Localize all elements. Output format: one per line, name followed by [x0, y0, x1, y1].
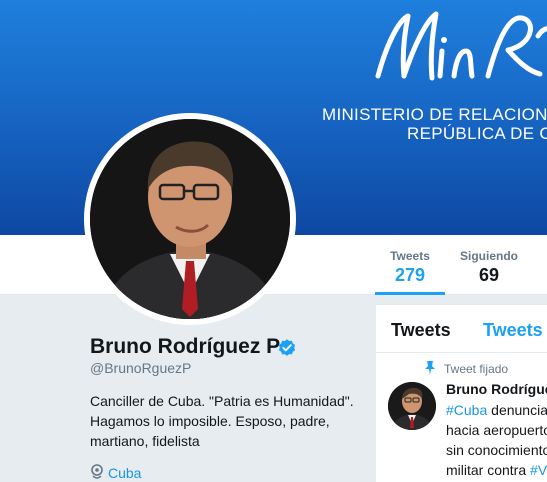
minrex-logo	[375, 11, 547, 81]
tweet-line: sin conocimiento	[446, 442, 547, 458]
tweet-line: militar contra #V	[446, 460, 547, 480]
tweet-author-name[interactable]: Bruno Rodrígue	[446, 381, 547, 397]
nav-following[interactable]: Siguiendo 69	[455, 235, 523, 295]
avatar	[90, 119, 290, 319]
nav-following-label: Siguiendo	[460, 249, 518, 263]
location-link[interactable]: Cuba	[108, 465, 141, 481]
verified-badge-icon	[278, 339, 296, 356]
tweet-line-text: militar contra	[446, 462, 531, 478]
profile-bio: Canciller de Cuba. "Patria es Humanidad"…	[90, 391, 360, 451]
pushpin-icon	[425, 361, 435, 375]
banner-ministry-text: MINISTERIO DE RELACIONES	[322, 105, 547, 124]
nav-tweets[interactable]: Tweets 279	[375, 235, 445, 295]
bio-line: martiano, fidelista	[90, 433, 200, 449]
avatar-portrait	[90, 119, 290, 319]
profile-location: Cuba	[90, 464, 141, 481]
bio-line: Canciller de Cuba. "Patria es Humanidad"…	[90, 393, 354, 409]
tweet-author-avatar[interactable]	[388, 382, 436, 430]
pinned-tweet-label: Tweet fijado	[444, 362, 509, 376]
tweet-text: #Cuba denuncia hacia aeropuerto sin cono…	[446, 400, 547, 480]
tweet-avatar-portrait	[388, 382, 436, 430]
tweet-line: hacia aeropuerto	[446, 422, 547, 438]
hashtag-link[interactable]: #V	[530, 462, 547, 478]
profile-name: Bruno Rodríguez P	[90, 335, 281, 358]
tweet-line: #Cuba denuncia	[446, 400, 547, 420]
nav-following-count: 69	[478, 265, 500, 285]
tab-tweets[interactable]: Tweets	[391, 320, 451, 341]
tweet-line-text: denuncia	[487, 402, 547, 418]
timeline-tabs: Tweets Tweets y	[376, 305, 547, 353]
timeline-panel: Tweets Tweets y Tweet fijado Bruno Rodrí…	[376, 305, 547, 482]
profile-handle[interactable]: @BrunoRguezP	[90, 360, 191, 376]
nav-tweets-count: 279	[394, 265, 426, 285]
banner-republic-text: REPÚBLICA DE C	[407, 124, 547, 143]
bio-line: Hagamos lo imposible. Esposo, padre,	[90, 413, 330, 429]
location-pin-icon	[91, 464, 103, 479]
hashtag-link[interactable]: #Cuba	[446, 402, 487, 418]
tab-tweets-and-replies[interactable]: Tweets y	[483, 320, 547, 341]
profile-avatar[interactable]	[84, 113, 296, 325]
nav-tweets-label: Tweets	[390, 249, 430, 263]
